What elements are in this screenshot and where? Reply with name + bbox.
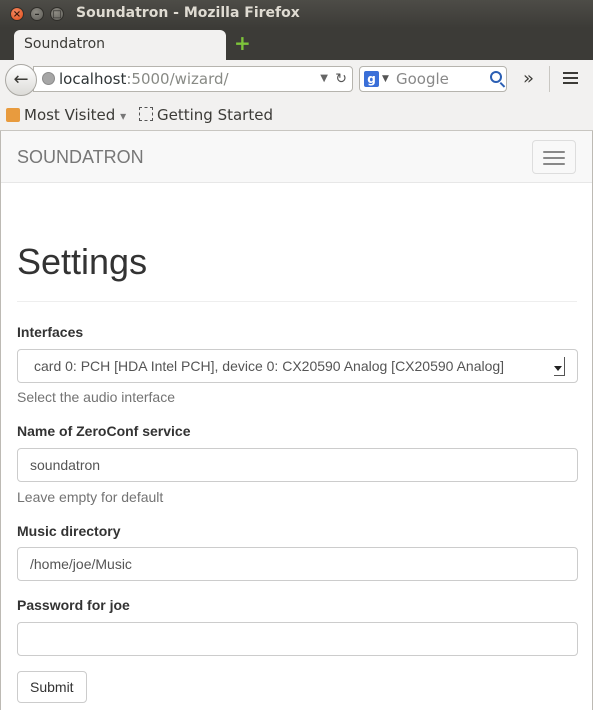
maximize-window-button[interactable]: □ [50,7,64,21]
bookmark-most-visited[interactable]: Most Visited ▾ [6,106,126,124]
music-directory-input[interactable]: /home/joe/Music [17,547,578,581]
url-host: localhost [59,70,127,88]
interfaces-help: Select the audio interface [17,389,175,405]
title-divider [17,301,577,302]
chevron-down-icon: ▾ [120,109,127,123]
back-button[interactable]: ← [5,64,37,96]
hamburger-menu-icon[interactable] [563,72,578,84]
submit-button[interactable]: Submit [17,671,87,703]
password-input[interactable] [17,622,578,656]
url-bar[interactable]: localhost:5000/wizard/ ▼ ↻ [33,66,353,92]
google-engine-icon[interactable]: g [364,71,379,87]
interfaces-selected-value: card 0: PCH [HDA Intel PCH], device 0: C… [34,358,505,374]
tab-label: Soundatron [24,36,106,52]
bookmark-getting-started[interactable]: Getting Started [139,106,273,124]
select-dropdown-icon [554,357,565,376]
zeroconf-help: Leave empty for default [17,489,164,505]
new-tab-button[interactable]: + [234,31,251,55]
tab-soundatron[interactable]: Soundatron [14,30,226,60]
engine-dropdown-icon[interactable]: ▼ [382,67,389,91]
page-title: Settings [17,241,148,282]
toolbar-overflow-button[interactable]: » [523,68,534,89]
interfaces-label: Interfaces [17,324,84,340]
search-placeholder: Google [396,70,449,88]
tab-strip: Soundatron [0,28,593,60]
url-text[interactable]: localhost:5000/wizard/ [59,67,229,91]
search-icon[interactable] [490,71,502,83]
url-path: :5000/wizard/ [126,70,229,88]
toolbar-separator [549,66,550,92]
zeroconf-input[interactable]: soundatron [17,448,578,482]
window-titlebar: × – □ Soundatron - Mozilla Firefox [0,0,593,28]
bookmarks-toolbar: Most Visited ▾ Getting Started [0,100,593,131]
site-brand[interactable]: SOUNDATRON [17,147,144,168]
site-navbar: SOUNDATRON [1,131,592,183]
bookmark-folder-icon [6,108,20,122]
globe-icon [42,72,55,85]
plus-icon: + [234,31,251,55]
url-history-dropdown-icon[interactable]: ▼ [320,67,328,91]
page-icon [139,107,153,121]
back-arrow-icon: ← [13,69,29,90]
page-content: SOUNDATRON Settings Interfaces card 0: P… [0,131,593,710]
navbar-toggle-button[interactable] [532,140,576,174]
minimize-window-button[interactable]: – [30,7,44,21]
window-title: Soundatron - Mozilla Firefox [76,5,300,21]
reload-icon[interactable]: ↻ [335,67,347,91]
interfaces-select[interactable]: card 0: PCH [HDA Intel PCH], device 0: C… [17,349,578,383]
music-directory-label: Music directory [17,523,121,539]
close-window-button[interactable]: × [10,7,24,21]
getting-started-label: Getting Started [157,106,273,124]
search-bar[interactable]: g ▼ Google [359,66,507,92]
zeroconf-label: Name of ZeroConf service [17,423,191,439]
most-visited-label: Most Visited [24,106,116,124]
password-label: Password for joe [17,597,130,613]
